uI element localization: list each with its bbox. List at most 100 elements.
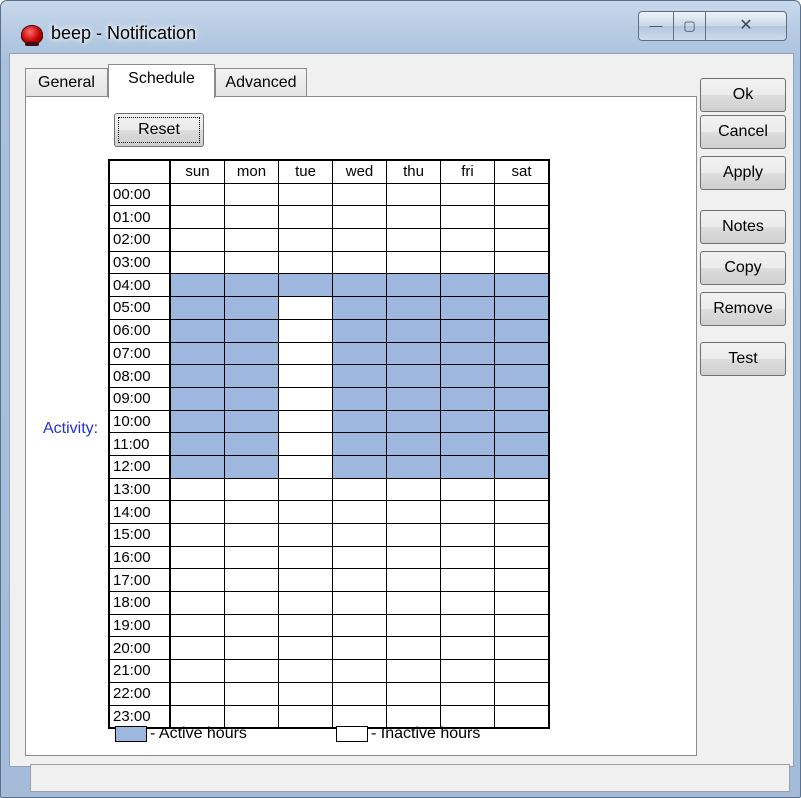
schedule-cell-fri-1400[interactable]: [440, 500, 495, 524]
schedule-cell-sat-2200[interactable]: [494, 681, 550, 706]
schedule-cell-sun-1700[interactable]: [169, 568, 225, 593]
schedule-cell-sat-0100[interactable]: [494, 205, 550, 230]
schedule-cell-thu-1600[interactable]: [386, 545, 441, 570]
schedule-cell-sun-1200[interactable]: [169, 454, 225, 479]
schedule-cell-fri-1100[interactable]: [440, 432, 495, 456]
schedule-cell-tue-0600[interactable]: [278, 318, 333, 343]
schedule-cell-sat-1100[interactable]: [494, 432, 550, 456]
schedule-cell-sat-0000[interactable]: [494, 182, 550, 207]
schedule-cell-sat-1700[interactable]: [494, 568, 550, 593]
schedule-cell-sat-0300[interactable]: [494, 250, 550, 275]
schedule-cell-sat-0600[interactable]: [494, 318, 550, 343]
schedule-cell-thu-0300[interactable]: [386, 250, 441, 275]
schedule-cell-mon-0800[interactable]: [224, 364, 279, 388]
schedule-cell-thu-2000[interactable]: [386, 636, 441, 661]
schedule-cell-thu-0500[interactable]: [386, 296, 441, 320]
schedule-cell-thu-1800[interactable]: [386, 591, 441, 615]
schedule-cell-fri-0400[interactable]: [440, 273, 495, 298]
schedule-cell-tue-1700[interactable]: [278, 568, 333, 593]
schedule-cell-sun-1900[interactable]: [169, 613, 225, 638]
schedule-cell-sat-1800[interactable]: [494, 591, 550, 615]
schedule-cell-fri-2000[interactable]: [440, 636, 495, 661]
schedule-cell-mon-0000[interactable]: [224, 182, 279, 207]
schedule-cell-sat-1900[interactable]: [494, 613, 550, 638]
schedule-cell-thu-0100[interactable]: [386, 205, 441, 230]
schedule-cell-tue-2200[interactable]: [278, 681, 333, 706]
apply-button[interactable]: Apply: [700, 156, 786, 190]
schedule-cell-sat-1200[interactable]: [494, 454, 550, 479]
schedule-cell-sat-0800[interactable]: [494, 364, 550, 388]
schedule-cell-tue-1200[interactable]: [278, 454, 333, 479]
schedule-cell-sat-0400[interactable]: [494, 273, 550, 298]
schedule-cell-tue-1100[interactable]: [278, 432, 333, 456]
schedule-cell-fri-0700[interactable]: [440, 341, 495, 366]
schedule-cell-fri-0500[interactable]: [440, 296, 495, 320]
schedule-cell-wed-0300[interactable]: [332, 250, 387, 275]
schedule-cell-sun-1600[interactable]: [169, 545, 225, 570]
schedule-cell-sun-0700[interactable]: [169, 341, 225, 366]
schedule-cell-thu-0400[interactable]: [386, 273, 441, 298]
schedule-cell-thu-0000[interactable]: [386, 182, 441, 207]
schedule-cell-thu-1400[interactable]: [386, 500, 441, 524]
schedule-cell-wed-0200[interactable]: [332, 228, 387, 252]
schedule-cell-thu-0800[interactable]: [386, 364, 441, 388]
schedule-cell-fri-1300[interactable]: [440, 477, 495, 502]
schedule-cell-thu-1300[interactable]: [386, 477, 441, 502]
schedule-cell-tue-1500[interactable]: [278, 523, 333, 547]
schedule-cell-wed-1100[interactable]: [332, 432, 387, 456]
schedule-cell-mon-0400[interactable]: [224, 273, 279, 298]
schedule-cell-sun-2100[interactable]: [169, 659, 225, 683]
schedule-cell-fri-0800[interactable]: [440, 364, 495, 388]
tab-schedule[interactable]: Schedule: [108, 64, 215, 98]
schedule-cell-sun-1300[interactable]: [169, 477, 225, 502]
schedule-cell-sat-1400[interactable]: [494, 500, 550, 524]
schedule-cell-thu-0600[interactable]: [386, 318, 441, 343]
schedule-cell-sat-2000[interactable]: [494, 636, 550, 661]
schedule-cell-tue-0800[interactable]: [278, 364, 333, 388]
schedule-cell-tue-2000[interactable]: [278, 636, 333, 661]
schedule-cell-thu-0700[interactable]: [386, 341, 441, 366]
schedule-cell-mon-0900[interactable]: [224, 386, 279, 411]
schedule-cell-sun-0000[interactable]: [169, 182, 225, 207]
schedule-cell-sat-2100[interactable]: [494, 659, 550, 683]
schedule-cell-wed-1200[interactable]: [332, 454, 387, 479]
day-header[interactable]: sat: [494, 159, 550, 184]
schedule-cell-mon-1500[interactable]: [224, 523, 279, 547]
schedule-cell-sun-1400[interactable]: [169, 500, 225, 524]
schedule-cell-wed-1500[interactable]: [332, 523, 387, 547]
schedule-cell-wed-1000[interactable]: [332, 409, 387, 434]
reset-button[interactable]: Reset: [114, 113, 204, 147]
schedule-cell-sat-1600[interactable]: [494, 545, 550, 570]
schedule-cell-fri-0300[interactable]: [440, 250, 495, 275]
schedule-cell-fri-2200[interactable]: [440, 681, 495, 706]
schedule-cell-mon-0500[interactable]: [224, 296, 279, 320]
schedule-cell-mon-1900[interactable]: [224, 613, 279, 638]
schedule-cell-thu-0200[interactable]: [386, 228, 441, 252]
schedule-cell-sat-1000[interactable]: [494, 409, 550, 434]
schedule-cell-sun-2200[interactable]: [169, 681, 225, 706]
schedule-cell-mon-1000[interactable]: [224, 409, 279, 434]
schedule-cell-wed-0400[interactable]: [332, 273, 387, 298]
schedule-cell-fri-2100[interactable]: [440, 659, 495, 683]
schedule-cell-mon-0600[interactable]: [224, 318, 279, 343]
schedule-cell-sun-0500[interactable]: [169, 296, 225, 320]
schedule-cell-thu-1000[interactable]: [386, 409, 441, 434]
schedule-cell-mon-1800[interactable]: [224, 591, 279, 615]
schedule-cell-sat-0500[interactable]: [494, 296, 550, 320]
schedule-cell-tue-2300[interactable]: [278, 704, 333, 729]
schedule-cell-sun-0400[interactable]: [169, 273, 225, 298]
title-bar[interactable]: beep - Notification — ▢ ✕: [1, 1, 800, 53]
schedule-cell-wed-1400[interactable]: [332, 500, 387, 524]
schedule-cell-mon-2200[interactable]: [224, 681, 279, 706]
schedule-cell-thu-2200[interactable]: [386, 681, 441, 706]
schedule-cell-thu-0900[interactable]: [386, 386, 441, 411]
copy-button[interactable]: Copy: [700, 251, 786, 285]
schedule-cell-sat-1500[interactable]: [494, 523, 550, 547]
schedule-cell-tue-1400[interactable]: [278, 500, 333, 524]
test-button[interactable]: Test: [700, 342, 786, 376]
schedule-cell-tue-0300[interactable]: [278, 250, 333, 275]
schedule-cell-sun-1100[interactable]: [169, 432, 225, 456]
schedule-cell-sun-0100[interactable]: [169, 205, 225, 230]
schedule-cell-mon-0200[interactable]: [224, 228, 279, 252]
tab-general[interactable]: General: [25, 68, 108, 97]
